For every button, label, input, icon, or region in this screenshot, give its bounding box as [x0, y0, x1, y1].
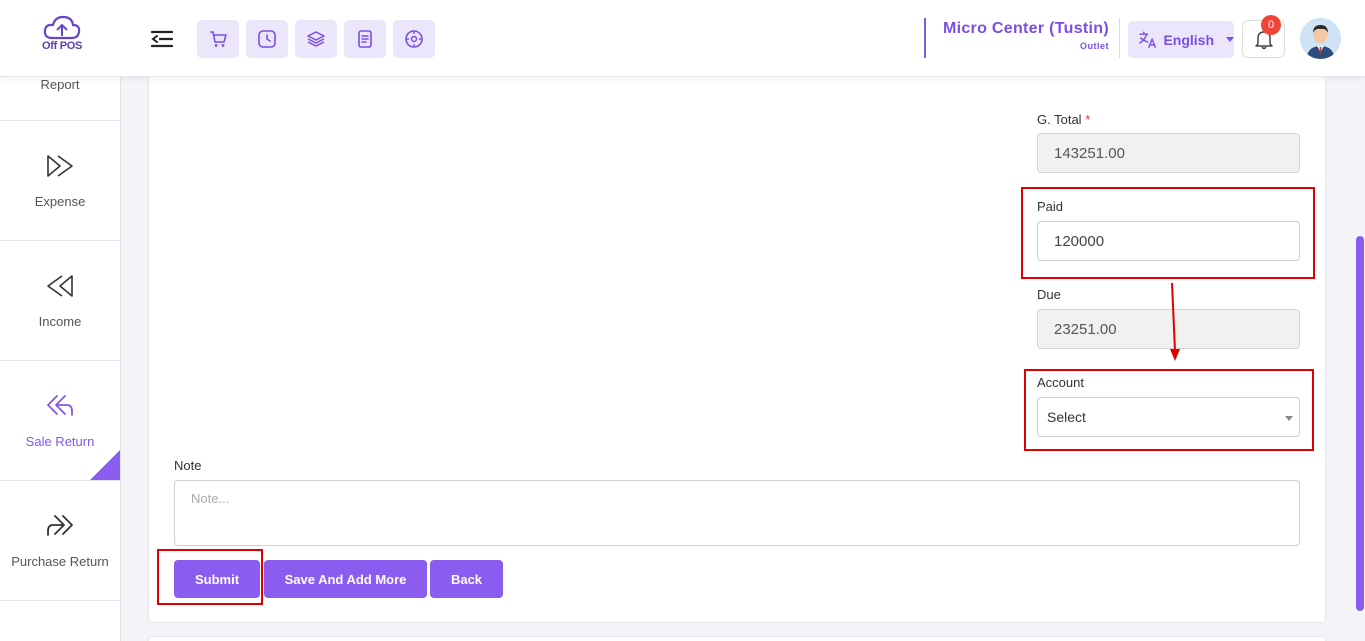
top-header: Off POS Micro Center (Tustin) Outlet Eng…	[0, 0, 1365, 77]
sidebar-item-label: Report	[40, 77, 80, 92]
clock-icon	[258, 30, 276, 48]
lower-card	[148, 636, 1326, 641]
receipt-button[interactable]	[344, 20, 386, 58]
notification-count-badge: 0	[1261, 15, 1281, 35]
due-label: Due	[1037, 287, 1061, 302]
save-and-add-more-button[interactable]: Save And Add More	[264, 560, 427, 598]
outlet-switcher[interactable]: Micro Center (Tustin) Outlet	[924, 18, 1120, 58]
chevron-down-icon	[1285, 416, 1293, 421]
account-label: Account	[1037, 375, 1084, 390]
sidebar-item-label: Purchase Return	[11, 553, 109, 569]
note-textarea[interactable]	[174, 480, 1300, 546]
active-indicator	[90, 450, 120, 480]
language-dropdown[interactable]: English	[1128, 21, 1234, 58]
submit-button[interactable]: Submit	[174, 560, 260, 598]
cart-icon	[210, 31, 227, 47]
due-field: 23251.00	[1037, 309, 1300, 349]
receipt-icon	[358, 30, 372, 48]
forward-arrow-icon	[45, 513, 75, 544]
sidebar-item-label: Income	[38, 313, 82, 329]
language-label: English	[1163, 31, 1214, 48]
translate-icon	[1139, 30, 1157, 48]
g-total-label-text: G. Total	[1037, 112, 1082, 127]
user-avatar[interactable]	[1300, 18, 1341, 59]
sidebar-item-label: Expense	[34, 193, 86, 209]
pos-cart-button[interactable]	[197, 20, 239, 58]
notifications-button[interactable]: 0	[1242, 15, 1285, 58]
collapse-menu-icon	[150, 30, 174, 48]
account-select[interactable]: Select	[1037, 397, 1300, 437]
dashboard-icon	[405, 30, 423, 48]
expense-icon	[45, 153, 75, 184]
paid-label: Paid	[1037, 199, 1064, 214]
cloud-logo-icon	[43, 15, 81, 40]
logo-text: Off POS	[41, 40, 83, 52]
note-label: Note	[174, 458, 202, 473]
app-logo[interactable]: Off POS	[34, 14, 90, 64]
scrollbar-thumb[interactable]	[1356, 236, 1364, 611]
history-button[interactable]	[246, 20, 288, 58]
paid-input[interactable]: 120000	[1037, 221, 1300, 261]
layers-icon	[307, 31, 325, 47]
chevron-down-icon	[1226, 37, 1234, 42]
user-avatar-icon	[1300, 18, 1341, 59]
sidebar-item-income[interactable]: Income	[0, 241, 120, 361]
menu-toggle-button[interactable]	[150, 28, 174, 50]
g-total-field: 143251.00	[1037, 133, 1300, 173]
sidebar-item-purchase-return[interactable]: Purchase Return	[0, 481, 120, 601]
sidebar-item-sale-return[interactable]: Sale Return	[0, 361, 120, 481]
sidebar-item-report[interactable]: Report	[0, 77, 120, 121]
sidebar-item-label: Sale Return	[25, 433, 95, 449]
quick-action-bar	[197, 20, 435, 58]
layers-button[interactable]	[295, 20, 337, 58]
account-selected-value: Select	[1047, 409, 1086, 425]
sidebar-item-expense[interactable]: Expense	[0, 121, 120, 241]
back-button[interactable]: Back	[430, 560, 503, 598]
income-icon	[45, 273, 75, 304]
required-marker: *	[1085, 112, 1091, 127]
outlet-subtitle: Outlet	[1080, 41, 1109, 51]
return-arrow-icon	[45, 393, 75, 424]
dashboard-button[interactable]	[393, 20, 435, 58]
sidebar: Report Expense Income Sale Return Purcha…	[0, 0, 121, 641]
g-total-label: G. Total *	[1037, 112, 1090, 127]
outlet-name: Micro Center (Tustin)	[942, 20, 1109, 37]
